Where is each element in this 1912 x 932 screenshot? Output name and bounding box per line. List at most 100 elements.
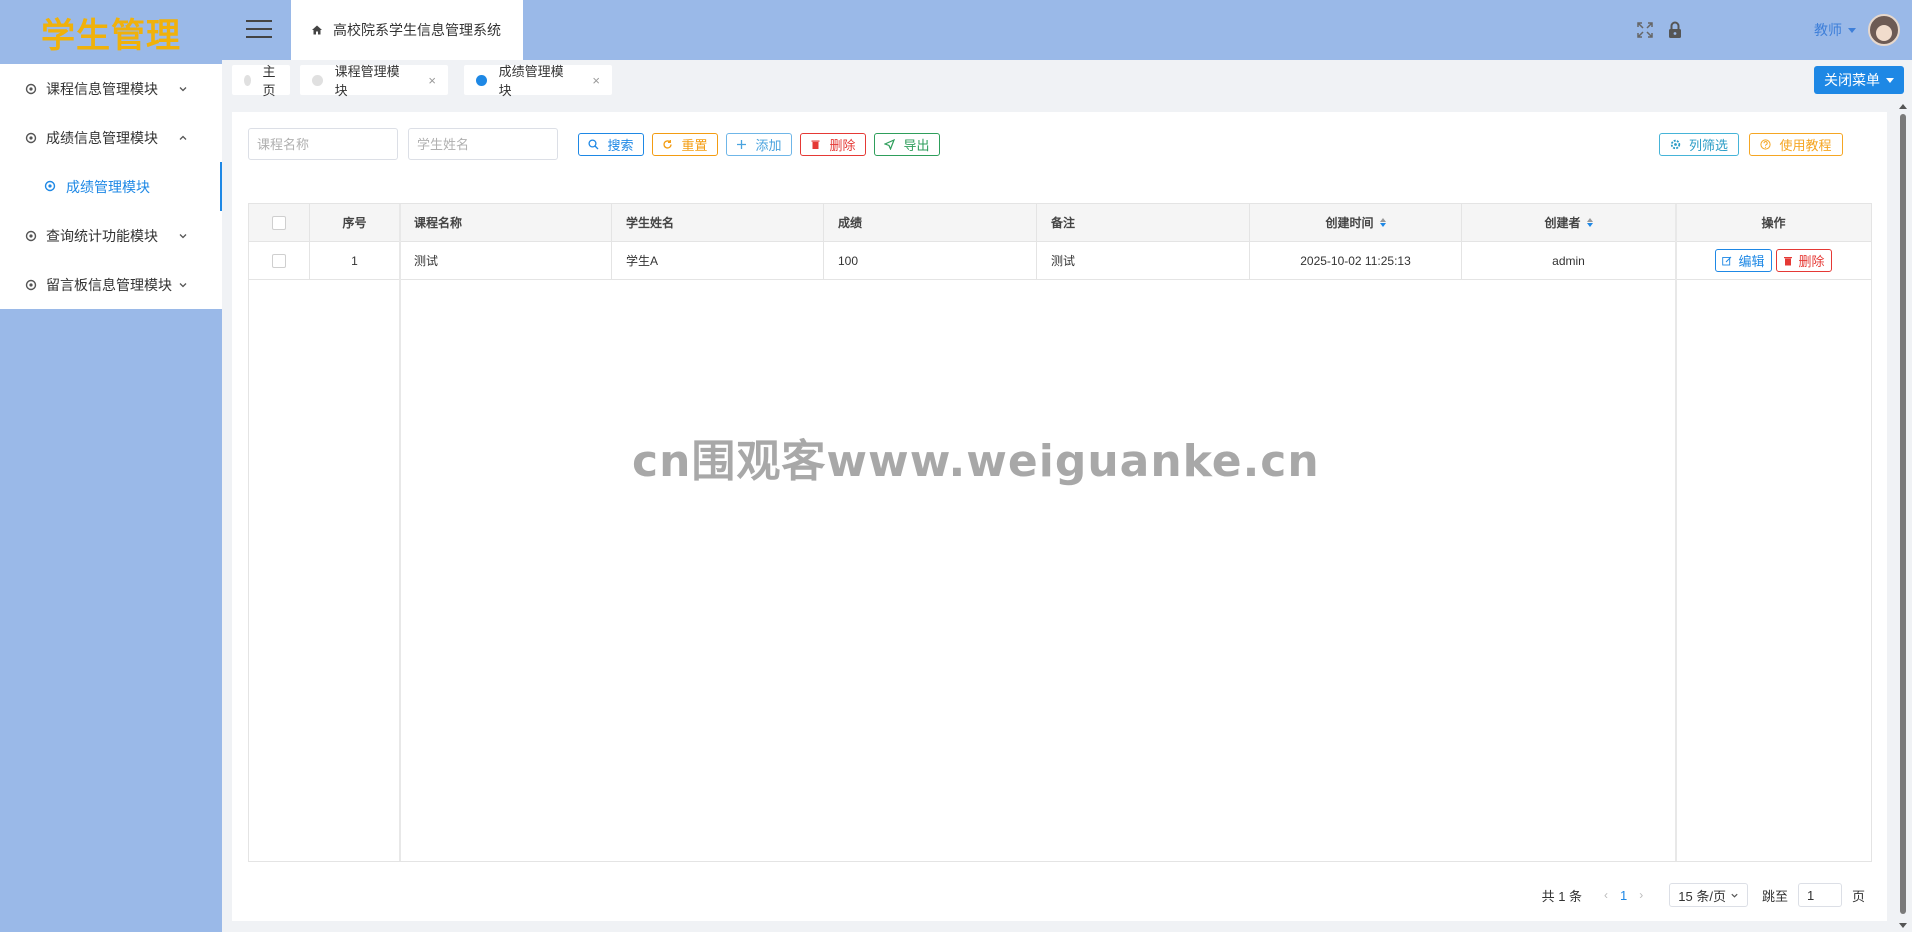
delete-button[interactable]: 删除 — [800, 133, 866, 156]
caret-down-icon — [1886, 77, 1894, 83]
header-right: 教师 — [1634, 0, 1912, 60]
sidebar-item-label: 课程信息管理模块 — [46, 80, 158, 97]
pagination: 共 1 条 ‹ 1 › 15 条/页 跳至 1 页 — [1542, 882, 1865, 908]
user-name: 教师 — [1814, 22, 1842, 38]
system-title-tab[interactable]: 高校院系学生信息管理系统 — [291, 0, 523, 60]
column-filter-button[interactable]: 列筛选 — [1659, 133, 1739, 156]
close-icon[interactable]: × — [592, 73, 600, 88]
hamburger-menu-icon[interactable] — [246, 20, 272, 40]
sidebar-item-label: 成绩管理模块 — [66, 178, 150, 195]
chevron-up-icon — [178, 133, 188, 143]
tab-dot — [476, 74, 487, 86]
watermark: cn围观客www.weiguanke.cn — [632, 436, 1320, 487]
caret-down-icon — [1848, 27, 1856, 33]
next-page-icon[interactable]: › — [1639, 888, 1643, 902]
gear-icon — [24, 229, 38, 243]
student-name-input[interactable] — [408, 128, 558, 160]
edit-button-label: 编辑 — [1738, 254, 1765, 269]
page-size-select[interactable]: 15 条/页 — [1669, 883, 1748, 907]
tab-label: 课程管理模块 — [334, 64, 400, 98]
table-header: 序号 课程名称 学生姓名 成绩 备注 创建时间 创建者 操作 — [249, 204, 1871, 242]
chevron-down-icon — [1731, 893, 1738, 898]
pagination-total: 共 1 条 — [1541, 888, 1583, 904]
header-index: 序号 — [310, 204, 400, 241]
sidebar-item-label: 留言板信息管理模块 — [46, 276, 172, 293]
cell-created-at: 2025-10-02 11:25:13 — [1250, 242, 1462, 279]
cell-remark: 测试 — [1037, 242, 1250, 279]
close-icon[interactable]: × — [428, 73, 436, 88]
refresh-icon — [662, 139, 673, 150]
tab-home[interactable]: 主页 — [232, 64, 290, 98]
tab-score-management[interactable]: 成绩管理模块 × — [464, 64, 612, 98]
page-number[interactable]: 1 — [1620, 888, 1627, 903]
edit-button[interactable]: 编辑 — [1715, 249, 1772, 272]
header-creator-label: 创建者 — [1544, 216, 1581, 230]
logo-text: 学生管理 — [41, 16, 181, 55]
goto-input[interactable]: 1 — [1797, 883, 1842, 907]
tab-course-management[interactable]: 课程管理模块 × — [300, 64, 448, 98]
tab-dot — [244, 74, 251, 86]
delete-button-label: 删除 — [829, 138, 856, 153]
row-checkbox[interactable] — [272, 253, 286, 268]
sidebar-menu: 课程信息管理模块 成绩信息管理模块 成绩管理模块 查询统计功能模块 留言板信息管… — [0, 64, 222, 309]
header-checkbox-cell — [249, 204, 310, 241]
add-button-label: 添加 — [755, 138, 782, 153]
page-scrollbar[interactable] — [1898, 104, 1908, 928]
header-creator[interactable]: 创建者 — [1462, 204, 1676, 241]
tab-label: 主页 — [262, 64, 276, 98]
tab-dot — [312, 74, 323, 86]
search-button[interactable]: 搜索 — [578, 133, 644, 156]
tutorial-button[interactable]: 使用教程 — [1749, 133, 1843, 156]
scroll-up-icon[interactable] — [1899, 104, 1907, 109]
lock-icon[interactable] — [1664, 19, 1686, 41]
sidebar-subitem-score-management[interactable]: 成绩管理模块 — [0, 162, 222, 211]
avatar[interactable] — [1868, 14, 1900, 46]
sidebar-item-course-info[interactable]: 课程信息管理模块 — [0, 64, 222, 113]
sidebar-item-score-info[interactable]: 成绩信息管理模块 — [0, 113, 222, 162]
trash-icon — [810, 139, 821, 150]
header-course-name: 课程名称 — [400, 204, 612, 241]
prev-page-icon[interactable]: ‹ — [1604, 888, 1608, 902]
close-menu-button[interactable]: 关闭菜单 — [1814, 66, 1904, 94]
user-dropdown[interactable]: 教师 — [1814, 20, 1856, 40]
header-created-at[interactable]: 创建时间 — [1250, 204, 1462, 241]
sidebar-item-message-board[interactable]: 留言板信息管理模块 — [0, 260, 222, 309]
export-button[interactable]: 导出 — [874, 133, 940, 156]
edit-icon — [1722, 256, 1732, 266]
plus-icon — [736, 139, 747, 150]
cell-index: 1 — [310, 242, 400, 279]
sort-icon — [1586, 218, 1593, 227]
chevron-down-icon — [178, 84, 188, 94]
select-all-checkbox[interactable] — [272, 215, 286, 230]
fixed-column-divider — [1675, 204, 1677, 861]
cell-actions: 编辑 删除 — [1676, 242, 1871, 279]
add-button[interactable]: 添加 — [726, 133, 792, 156]
fullscreen-icon[interactable] — [1634, 19, 1656, 41]
chevron-down-icon — [178, 231, 188, 241]
course-name-input[interactable] — [248, 128, 398, 160]
trash-icon — [1783, 256, 1793, 266]
send-icon — [884, 139, 896, 150]
sidebar: 学生管理 课程信息管理模块 成绩信息管理模块 成绩管理模块 查询统计功能模块 留… — [0, 0, 222, 932]
sidebar-item-query-stats[interactable]: 查询统计功能模块 — [0, 211, 222, 260]
chevron-down-icon — [178, 280, 188, 290]
cell-course-name: 测试 — [400, 242, 612, 279]
reset-button[interactable]: 重置 — [652, 133, 718, 156]
column-filter-label: 列筛选 — [1688, 138, 1728, 153]
cell-creator: admin — [1462, 242, 1676, 279]
row-delete-button[interactable]: 删除 — [1775, 249, 1832, 272]
search-button-label: 搜索 — [607, 138, 634, 153]
row-delete-label: 删除 — [1798, 254, 1825, 269]
logo: 学生管理 — [0, 0, 222, 64]
reset-button-label: 重置 — [681, 138, 708, 153]
data-table: 序号 课程名称 学生姓名 成绩 备注 创建时间 创建者 操作 1 测试 学生A … — [248, 203, 1872, 862]
scroll-down-icon[interactable] — [1899, 923, 1907, 928]
scrollbar-thumb[interactable] — [1900, 114, 1906, 914]
content-card: 搜索 重置 添加 删除 导出 列筛选 使用教程 序号 课程名称 学生姓名 成绩 … — [232, 112, 1887, 921]
cell-score: 100 — [824, 242, 1037, 279]
tab-label: 成绩管理模块 — [498, 64, 564, 98]
page-size-value: 15 条/页 — [1678, 888, 1726, 904]
gear-icon — [24, 82, 38, 96]
header-remark: 备注 — [1037, 204, 1250, 241]
table-row: 1 测试 学生A 100 测试 2025-10-02 11:25:13 admi… — [249, 242, 1871, 280]
